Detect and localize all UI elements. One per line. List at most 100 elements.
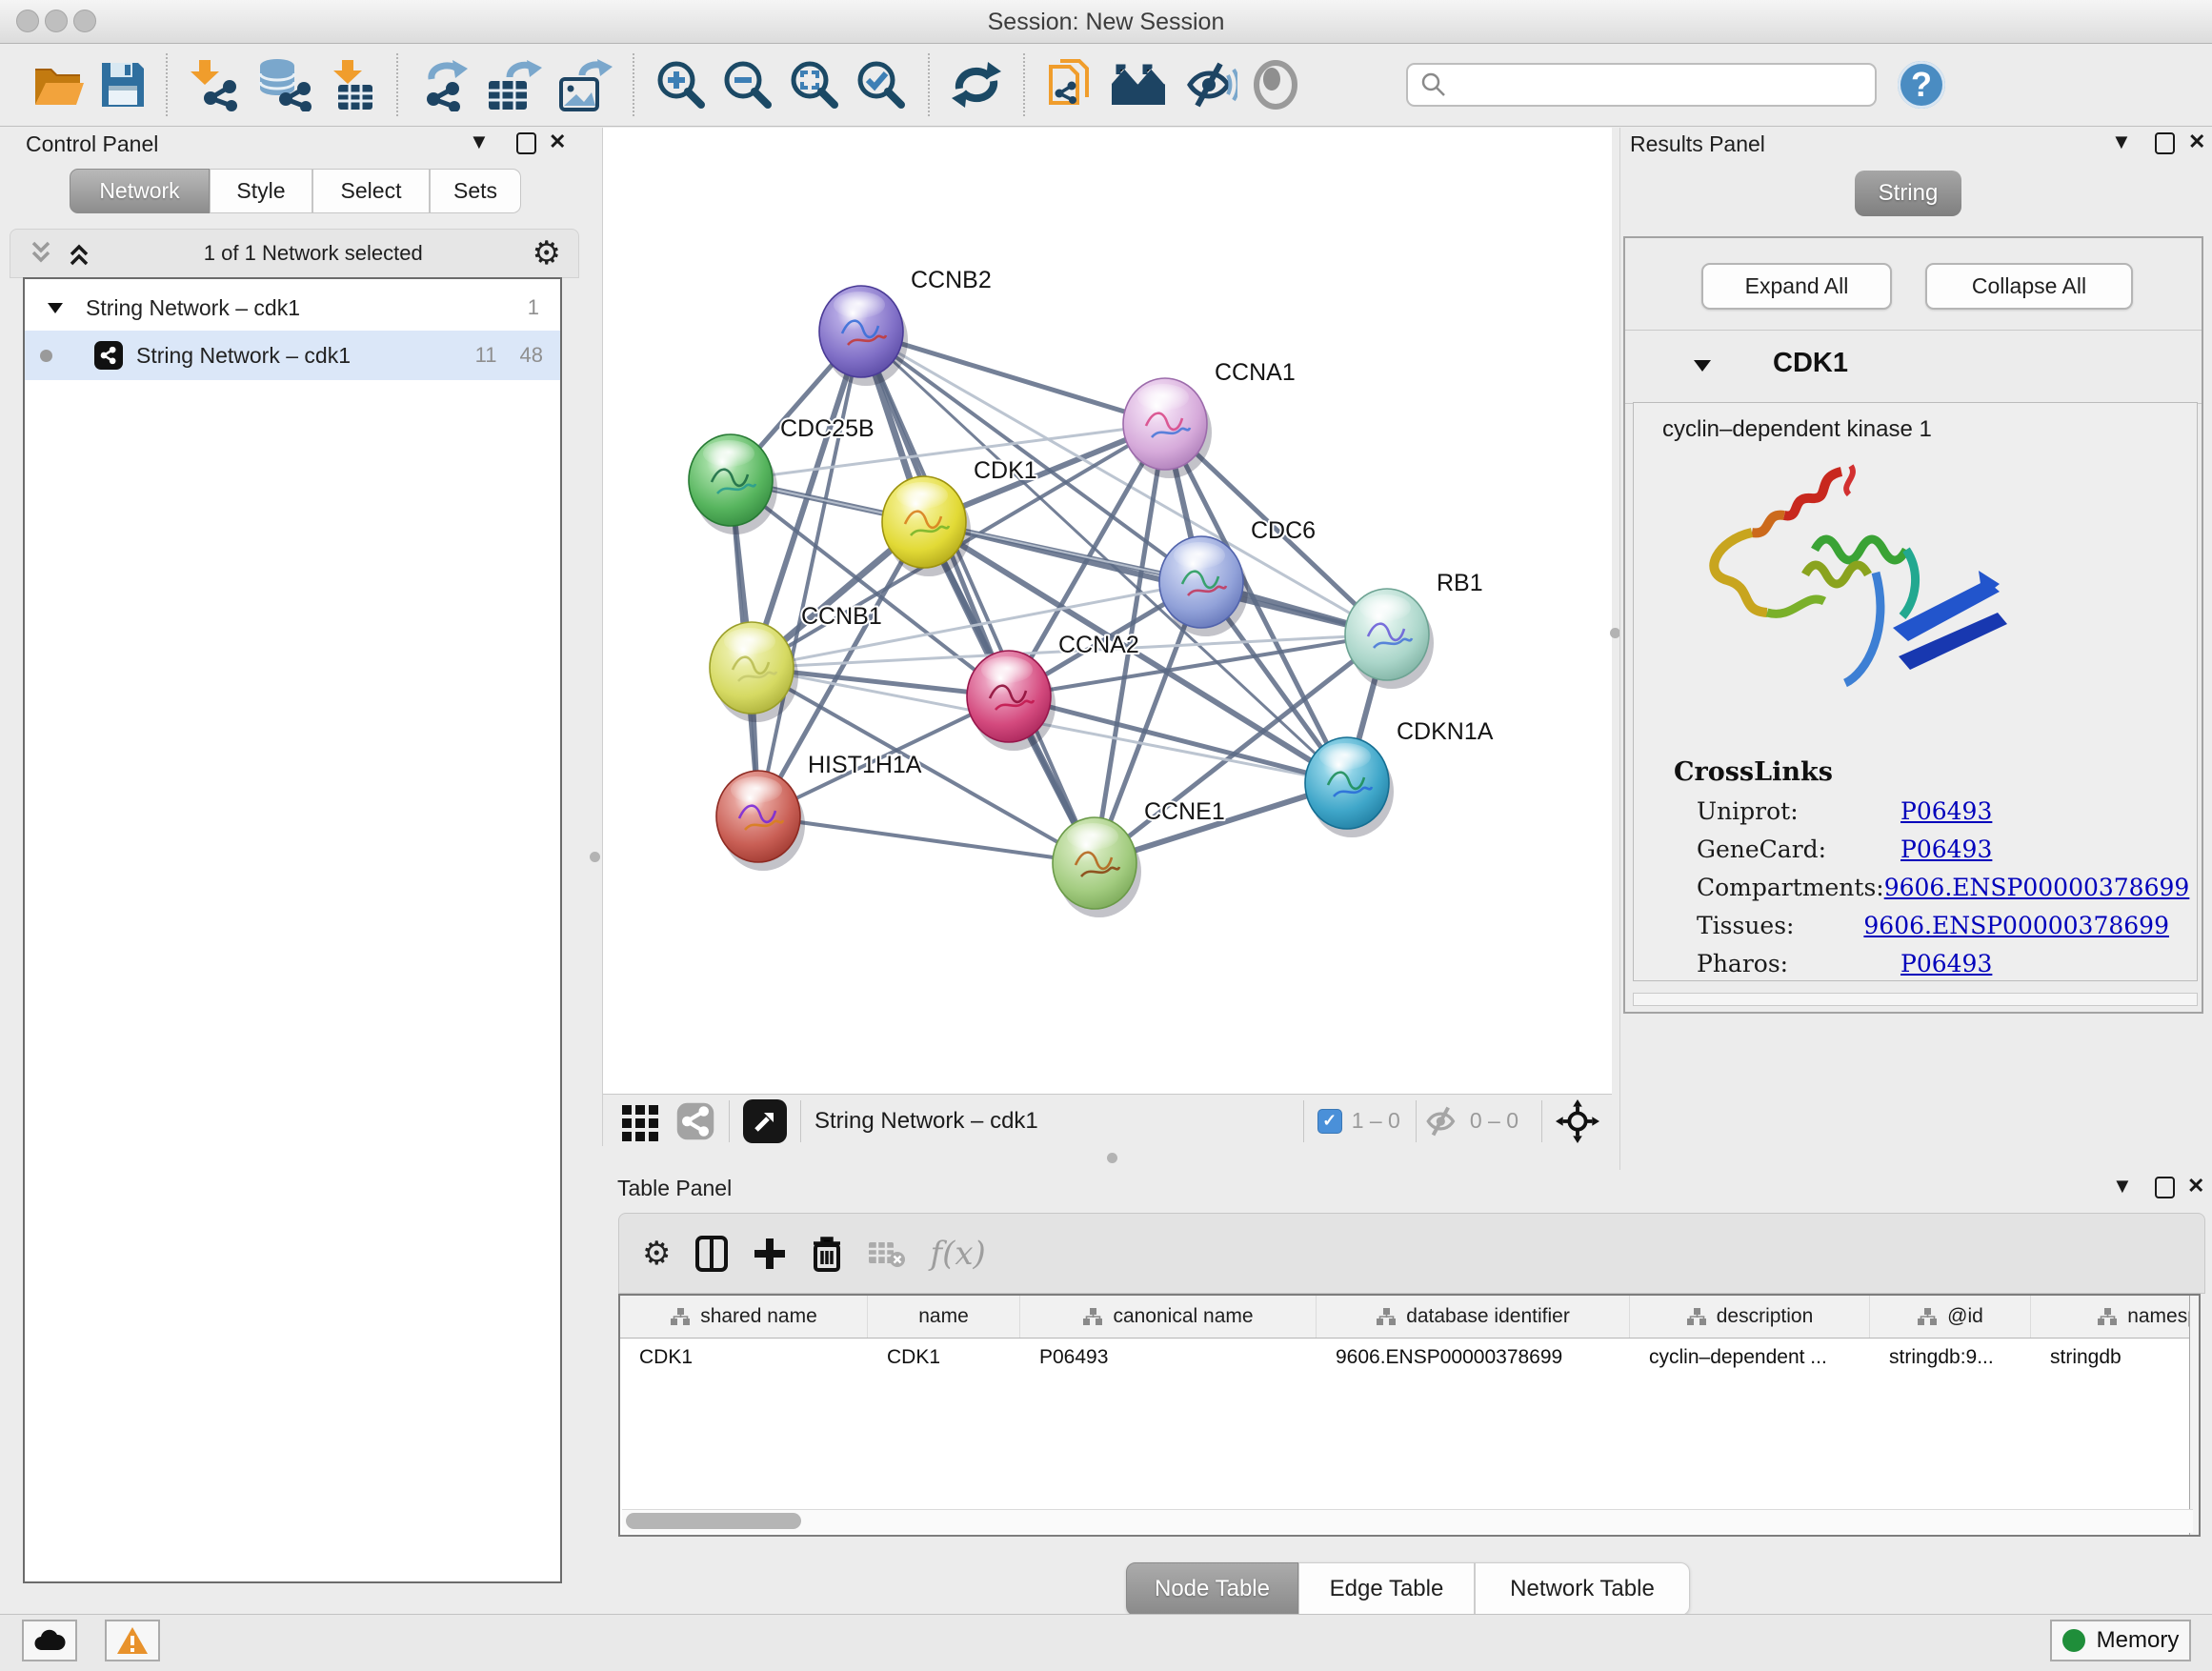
column-header-canonical-name[interactable]: canonical name — [1020, 1296, 1317, 1338]
column-header--id[interactable]: @id — [1870, 1296, 2031, 1338]
hide-selected-icon[interactable] — [1182, 60, 1237, 110]
warning-icon — [116, 1626, 149, 1655]
tab-node-table[interactable]: Node Table — [1126, 1562, 1298, 1616]
network-edge[interactable] — [861, 332, 1095, 863]
network-graph[interactable]: CCNB2CCNA1CDC25BCDK1CDC6RB1CCNB1CCNA2CDK… — [603, 128, 1613, 1094]
maximize-panel-icon[interactable] — [2155, 132, 2175, 154]
gene-section-header[interactable]: CDK1 — [1625, 330, 2202, 404]
table-cell[interactable]: stringdb — [2031, 1346, 2201, 1369]
table-cell[interactable]: 9606.ENSP00000378699 — [1317, 1346, 1630, 1369]
crosslink-link[interactable]: 9606.ENSP00000378699 — [1884, 874, 2190, 901]
tab-string[interactable]: String — [1855, 171, 1961, 216]
column-header-description[interactable]: description — [1630, 1296, 1870, 1338]
right-splitter[interactable] — [1612, 128, 1619, 1170]
memory-button[interactable]: Memory — [2050, 1620, 2191, 1661]
maximize-panel-icon[interactable] — [516, 132, 536, 154]
import-network-database-icon[interactable] — [254, 58, 313, 111]
crosslink-link[interactable]: P06493 — [1900, 950, 1992, 977]
zoom-in-icon[interactable] — [654, 58, 708, 111]
column-header-shared-name[interactable]: shared name — [620, 1296, 868, 1338]
table-cell[interactable]: cyclin–dependent ... — [1630, 1346, 1870, 1369]
show-columns-icon[interactable] — [695, 1236, 728, 1272]
splitter-handle[interactable] — [1107, 1153, 1117, 1163]
node-label: CCNA1 — [1215, 359, 1296, 386]
left-splitter[interactable] — [587, 128, 602, 1610]
splitter-handle[interactable] — [590, 852, 600, 862]
network-node-RB1[interactable]: RB1 — [1345, 570, 1483, 689]
column-header-namespace[interactable]: namespace — [2031, 1296, 2201, 1338]
network-edge[interactable] — [758, 816, 1095, 863]
network-node-CCNE1[interactable]: CCNE1 — [1053, 798, 1225, 917]
horizontal-splitter[interactable] — [602, 1146, 1612, 1170]
float-panel-icon[interactable]: ▼ — [469, 130, 490, 154]
open-in-window-button[interactable] — [743, 1099, 787, 1143]
column-header-database-identifier[interactable]: database identifier — [1317, 1296, 1630, 1338]
network-collection-row[interactable]: String Network – cdk1 1 — [25, 285, 560, 331]
scrollbar-thumb[interactable] — [626, 1513, 801, 1529]
network-row-selected[interactable]: String Network – cdk1 11 48 — [25, 331, 560, 380]
table-vertical-scrollbar[interactable] — [2189, 1296, 2199, 1535]
network-node-HIST1H1A[interactable]: HIST1H1A — [716, 752, 922, 871]
export-network-icon[interactable] — [418, 58, 472, 111]
show-all-icon[interactable] — [1251, 60, 1300, 110]
expand-all-button[interactable]: Expand All — [1701, 263, 1892, 310]
table-cell[interactable]: CDK1 — [620, 1346, 868, 1369]
table-row[interactable]: CDK1CDK1P064939606.ENSP00000378699cyclin… — [620, 1339, 2199, 1377]
export-table-icon[interactable] — [485, 58, 542, 111]
birdseye-view-icon[interactable] — [675, 1101, 715, 1141]
table-cell[interactable]: CDK1 — [868, 1346, 1020, 1369]
network-node-CDC6[interactable]: CDC6 — [1159, 517, 1316, 636]
tab-network[interactable]: Network — [70, 169, 210, 213]
maximize-panel-icon[interactable] — [2155, 1177, 2175, 1198]
import-network-file-icon[interactable] — [188, 58, 241, 111]
tab-network-table[interactable]: Network Table — [1475, 1562, 1690, 1616]
fit-content-crosshair-icon[interactable] — [1556, 1099, 1599, 1143]
network-node-CDKN1A[interactable]: CDKN1A — [1305, 718, 1494, 837]
close-panel-icon[interactable]: ✕ — [549, 130, 566, 154]
close-panel-icon[interactable]: ✕ — [2187, 1174, 2204, 1198]
network-node-CCNA1[interactable]: CCNA1 — [1123, 359, 1296, 478]
collapse-all-icon[interactable] — [26, 239, 56, 268]
warning-status-button[interactable] — [105, 1620, 160, 1661]
delete-column-icon[interactable] — [812, 1236, 842, 1272]
table-horizontal-scrollbar[interactable] — [622, 1509, 2193, 1533]
float-panel-icon[interactable]: ▼ — [2111, 130, 2132, 154]
expand-all-icon[interactable] — [64, 239, 94, 268]
refresh-layout-icon[interactable] — [950, 60, 1003, 110]
zoom-selected-icon[interactable] — [855, 58, 908, 111]
grid-view-icon[interactable] — [618, 1099, 662, 1143]
table-options-gear-icon[interactable]: ⚙ — [642, 1238, 671, 1270]
first-neighbors-icon[interactable] — [1110, 61, 1169, 109]
status-bar: Memory — [0, 1614, 2212, 1671]
collapse-all-button[interactable]: Collapse All — [1925, 263, 2133, 310]
crosslink-link[interactable]: 9606.ENSP00000378699 — [1863, 912, 2169, 939]
close-panel-icon[interactable]: ✕ — [2188, 130, 2205, 154]
cloud-status-button[interactable] — [22, 1620, 77, 1661]
add-column-icon[interactable] — [753, 1237, 787, 1271]
float-panel-icon[interactable]: ▼ — [2112, 1174, 2133, 1198]
save-session-icon[interactable] — [100, 61, 146, 109]
expander-triangle-icon[interactable] — [46, 300, 65, 315]
network-edge[interactable] — [758, 332, 861, 816]
tab-edge-table[interactable]: Edge Table — [1298, 1562, 1475, 1616]
network-options-gear-icon[interactable]: ⚙ — [533, 237, 561, 270]
tab-style[interactable]: Style — [210, 169, 312, 213]
zoom-fit-icon[interactable] — [788, 58, 841, 111]
table-cell[interactable]: P06493 — [1020, 1346, 1317, 1369]
crosslink-link[interactable]: P06493 — [1900, 797, 1992, 825]
tab-select[interactable]: Select — [312, 169, 430, 213]
export-image-icon[interactable] — [555, 58, 613, 111]
table-cell[interactable]: stringdb:9... — [1870, 1346, 2031, 1369]
section-expander-icon[interactable] — [1692, 357, 1713, 373]
copy-network-icon[interactable] — [1045, 57, 1096, 112]
zoom-out-icon[interactable] — [721, 58, 774, 111]
network-node-CCNB2[interactable]: CCNB2 — [819, 267, 992, 386]
crosslink-link[interactable]: P06493 — [1900, 836, 1992, 863]
open-session-icon[interactable] — [31, 61, 87, 109]
column-header-name[interactable]: name — [868, 1296, 1020, 1338]
selected-nodes-checkbox[interactable]: ✓ — [1317, 1109, 1342, 1134]
import-table-file-icon[interactable] — [327, 58, 376, 111]
search-input[interactable] — [1448, 71, 1852, 98]
tab-sets[interactable]: Sets — [430, 169, 521, 213]
help-button[interactable]: ? — [1898, 61, 1945, 109]
